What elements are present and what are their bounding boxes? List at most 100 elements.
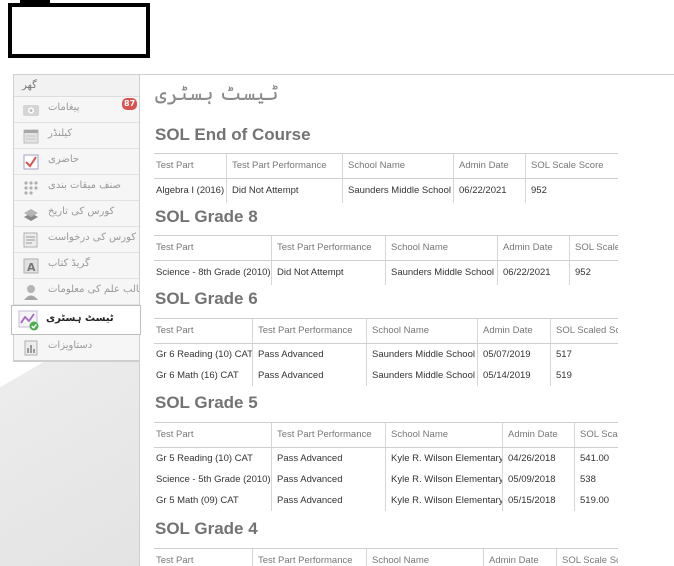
column-header: SOL Scal: [574, 423, 618, 447]
sidebar-item-label: کورس کی تاریخ: [48, 206, 115, 217]
attendance-icon: [23, 154, 39, 170]
cell-admin-date: 06/22/2021: [453, 179, 525, 203]
messages-icon: [23, 105, 39, 116]
column-header: Test Part Performance: [226, 154, 342, 178]
table-row: Gr 6 Math (16) CAT Pass Advanced Saunder…: [154, 365, 618, 386]
cell-performance: Did Not Attempt: [226, 179, 342, 203]
section-title-grade-5: SOL Grade 5: [155, 393, 258, 412]
sidebar: گھر پیغامات 87 کیلنڈر حاضری صنف میقات بن…: [11, 74, 147, 362]
sidebar-item-student-info[interactable]: طالب علم کی معلومات: [14, 279, 147, 305]
cell-test-part: Gr 5 Math (09) CAT: [156, 495, 239, 506]
column-header: Admin Date: [502, 423, 574, 447]
sidebar-item-course-request[interactable]: کورس کی درخواست: [14, 227, 139, 253]
column-header: Test Part: [156, 429, 194, 440]
sidebar-item-label: صنف میقات بندی: [48, 180, 121, 191]
column-header: Admin Date: [483, 549, 556, 566]
sidebar-item-course-history[interactable]: کورس کی تاریخ: [14, 201, 139, 227]
gradebook-icon: A: [23, 258, 39, 274]
column-header: SOL Scale Sc: [556, 549, 618, 566]
cell-test-part: Gr 5 Reading (10) CAT: [156, 453, 253, 464]
column-header: Test Part Performance: [271, 236, 385, 260]
cell-admin-date: 05/09/2018: [502, 469, 574, 490]
section-title-grade-8: SOL Grade 8: [155, 207, 258, 226]
cell-test-part: Gr 6 Math (16) CAT: [156, 370, 239, 381]
table-header-row: Test Part Test Part Performance School N…: [154, 423, 618, 448]
column-header: SOL Scale: [569, 236, 618, 260]
svg-text:A: A: [27, 261, 36, 274]
cell-performance: Pass Advanced: [271, 469, 385, 490]
cell-score: 517: [550, 344, 618, 365]
page-title: ٹیسٹ ہسٹری: [155, 81, 279, 105]
column-header: Admin Date: [453, 154, 525, 178]
sidebar-item-messages[interactable]: پیغامات 87: [14, 97, 139, 123]
cell-school-name: Saunders Middle School: [342, 179, 453, 203]
sidebar-item-test-history[interactable]: ٹیسٹ ہسٹری: [11, 305, 141, 335]
cell-admin-date: 05/07/2019: [477, 344, 550, 365]
cell-school-name: Kyle R. Wilson Elementary: [385, 490, 502, 511]
sidebar-item-gradebook[interactable]: A گریڈ کتاب: [14, 253, 139, 279]
table-header-row: Test Part Test Part Performance School N…: [154, 154, 618, 179]
test-history-icon: [18, 310, 39, 331]
student-info-icon: [24, 285, 38, 300]
cell-score: 952: [569, 261, 618, 285]
column-header: Test Part: [156, 555, 194, 566]
cell-school-name: Kyle R. Wilson Elementary: [385, 448, 502, 469]
cell-admin-date: 04/26/2018: [502, 448, 574, 469]
column-header: Test Part Performance: [271, 423, 385, 447]
cell-score: 538: [574, 469, 618, 490]
table-row: Gr 6 Reading (10) CAT Pass Advanced Saun…: [154, 344, 618, 365]
column-header: School Name: [385, 236, 497, 260]
sidebar-item-label: دستاویزات: [48, 340, 93, 351]
cell-performance: Did Not Attempt: [271, 261, 385, 285]
calendar-icon: [23, 129, 39, 144]
column-header: Test Part: [156, 242, 194, 253]
sidebar-item-label: کیلنڈر: [48, 128, 73, 139]
table-grade-4: Test Part Test Part Performance School N…: [154, 548, 618, 566]
column-header: Admin Date: [497, 236, 569, 260]
table-row: Gr 5 Reading (10) CAT Pass Advanced Kyle…: [154, 448, 618, 469]
course-request-icon: [23, 232, 38, 248]
sidebar-item-label: کورس کی درخواست: [48, 232, 137, 243]
column-header: School Name: [366, 319, 477, 343]
cell-test-part: Algebra I (2016): [156, 185, 225, 196]
cell-school-name: Saunders Middle School: [385, 261, 497, 285]
cell-score: 519: [550, 365, 618, 386]
column-header: Test Part Performance: [252, 549, 366, 566]
district-logo[interactable]: [8, 3, 150, 58]
cell-score: 541.00: [574, 448, 618, 469]
table-grade-8: Test Part Test Part Performance School N…: [154, 235, 618, 285]
cell-school-name: Saunders Middle School: [366, 344, 477, 365]
sidebar-item-label: حاضری: [48, 154, 80, 165]
section-title-grade-6: SOL Grade 6: [155, 289, 258, 308]
column-header: SOL Scale Score: [525, 154, 618, 178]
documents-icon: [24, 340, 38, 356]
cell-test-part: Gr 6 Reading (10) CAT: [156, 349, 252, 360]
class-schedule-icon: [24, 181, 38, 195]
table-end-of-course: Test Part Test Part Performance School N…: [154, 153, 618, 203]
table-grade-5: Test Part Test Part Performance School N…: [154, 422, 618, 511]
sidebar-item-label: گریڈ کتاب: [48, 258, 90, 269]
cell-admin-date: 05/15/2018: [502, 490, 574, 511]
cell-test-part: Science - 8th Grade (2010): [156, 267, 271, 278]
cell-test-part: Science - 5th Grade (2010): [156, 474, 271, 485]
column-header: SOL Scaled Sc: [550, 319, 618, 343]
sidebar-item-attendance[interactable]: حاضری: [14, 149, 139, 175]
column-header: Test Part: [156, 160, 194, 171]
section-title-grade-4: SOL Grade 4: [155, 519, 258, 538]
column-header: School Name: [342, 154, 453, 178]
course-history-icon: [24, 209, 38, 221]
sidebar-item-class-schedule[interactable]: صنف میقات بندی: [14, 175, 139, 201]
column-header: School Name: [385, 423, 502, 447]
sidebar-item-label: پیغامات: [48, 102, 80, 113]
sidebar-item-calendar[interactable]: کیلنڈر: [14, 123, 139, 149]
sidebar-home[interactable]: گھر: [14, 75, 139, 97]
cell-performance: Pass Advanced: [271, 448, 385, 469]
table-row: Science - 8th Grade (2010) Did Not Attem…: [154, 261, 618, 285]
table-row: Gr 5 Math (09) CAT Pass Advanced Kyle R.…: [154, 490, 618, 511]
column-header: School Name: [366, 549, 483, 566]
table-row: Algebra I (2016) Did Not Attempt Saunder…: [154, 179, 618, 203]
sidebar-item-documents[interactable]: دستاویزات: [14, 335, 139, 361]
cell-school-name: Kyle R. Wilson Elementary: [385, 469, 502, 490]
table-grade-6: Test Part Test Part Performance School N…: [154, 318, 618, 386]
table-header-row: Test Part Test Part Performance School N…: [154, 319, 618, 344]
